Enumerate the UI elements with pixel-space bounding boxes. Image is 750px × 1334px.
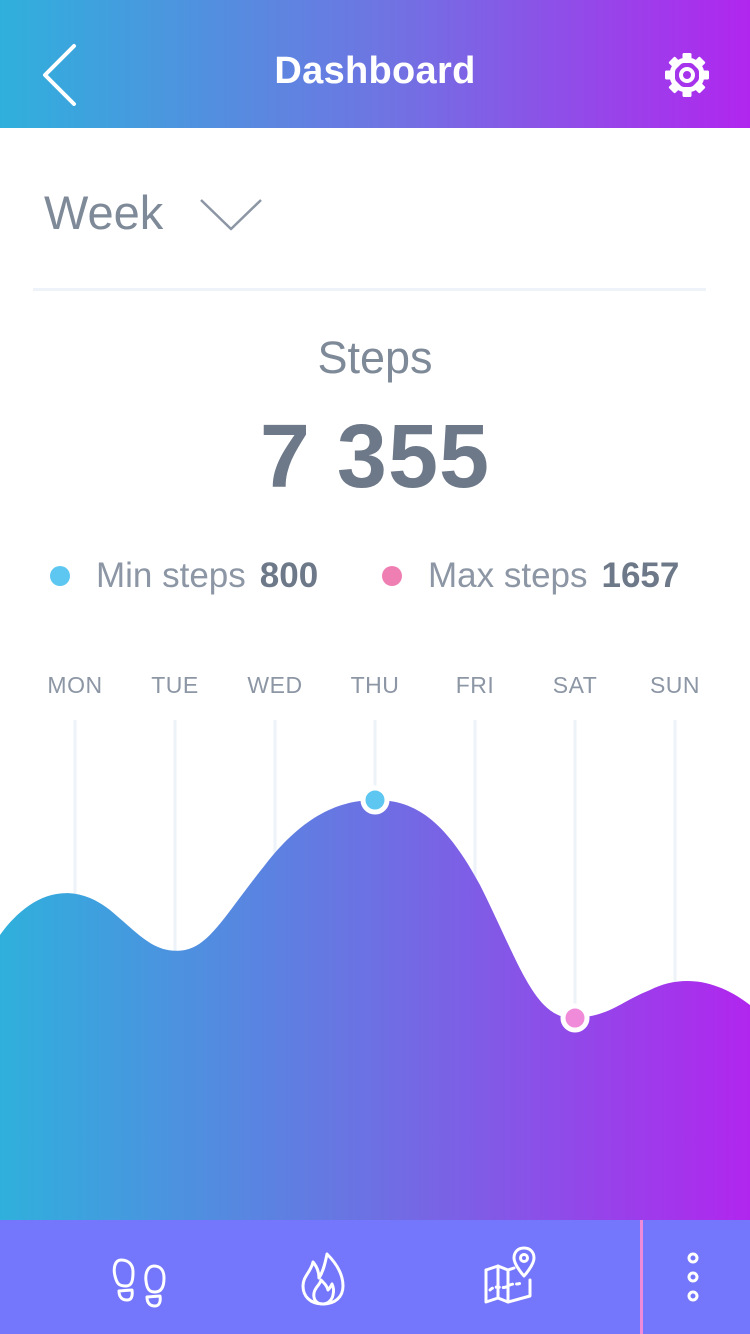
day-label-thu: THU — [350, 672, 400, 698]
period-dropdown[interactable]: Week — [44, 180, 263, 244]
max-steps-value: 1657 — [601, 556, 680, 595]
flame-icon — [301, 1252, 345, 1306]
legend-min: Min steps 800 — [50, 553, 318, 599]
steps-area-chart — [0, 720, 750, 1220]
legend-max: Max steps 1657 — [382, 553, 679, 599]
steps-area — [0, 800, 750, 1220]
day-label-sun: SUN — [649, 672, 701, 698]
more-button[interactable] — [670, 1240, 716, 1316]
min-steps-value: 800 — [259, 556, 319, 595]
day-label-wed: WED — [247, 672, 303, 698]
min-steps-label: Min steps — [96, 556, 246, 595]
max-steps-dot — [382, 566, 402, 586]
day-label-tue: TUE — [151, 672, 199, 698]
period-value: Week — [44, 185, 164, 239]
settings-button[interactable] — [660, 50, 714, 100]
vertical-dots-icon — [687, 1252, 699, 1302]
bottom-nav — [0, 1220, 750, 1334]
gear-icon — [665, 53, 709, 97]
nav-separator — [640, 1220, 643, 1334]
steps-total: 7 355 — [259, 407, 491, 507]
day-label-fri: FRI — [455, 672, 495, 698]
max-steps-marker — [360, 785, 390, 815]
steps-label: Steps — [317, 332, 433, 383]
day-label-mon: MON — [47, 672, 103, 698]
footprints-icon — [112, 1258, 166, 1308]
nav-calories-button[interactable] — [285, 1240, 361, 1316]
app-header: Dashboard — [0, 0, 750, 128]
min-steps-dot — [50, 566, 70, 586]
day-label-sat: SAT — [552, 672, 598, 698]
chevron-down-icon — [200, 199, 263, 231]
max-steps-label: Max steps — [428, 556, 588, 595]
page-title: Dashboard — [274, 50, 476, 92]
min-steps-marker — [560, 1003, 590, 1033]
nav-steps-button[interactable] — [102, 1240, 178, 1316]
map-pin-icon — [484, 1246, 536, 1304]
nav-map-button[interactable] — [470, 1240, 546, 1316]
section-divider — [33, 288, 706, 291]
